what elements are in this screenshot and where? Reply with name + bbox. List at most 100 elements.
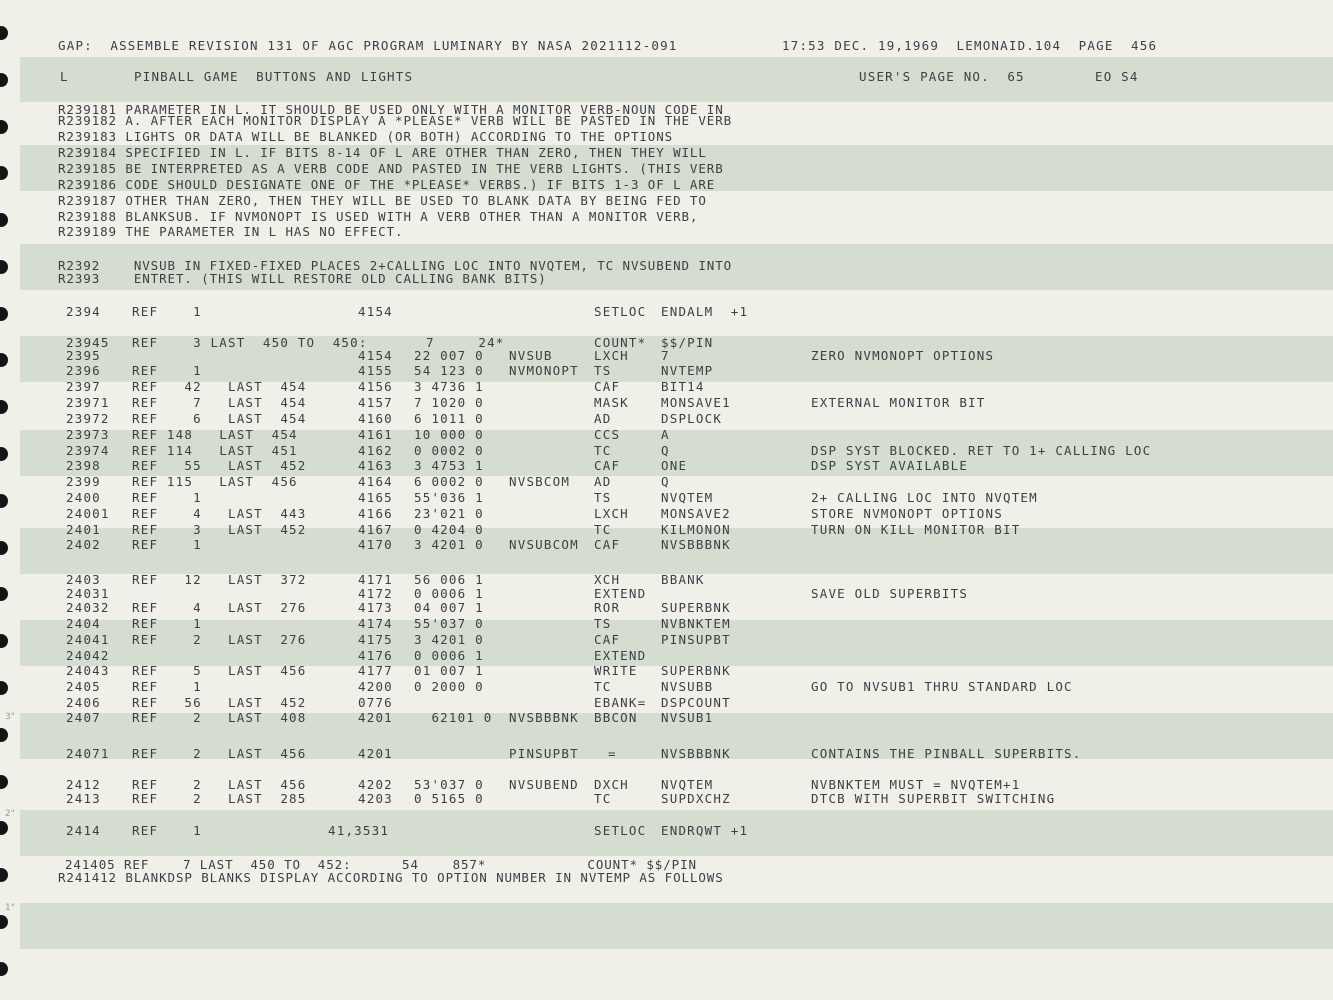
op-code: EBANK= [594, 695, 647, 710]
seq-number: 23974 [66, 443, 110, 458]
seq-number: 2396 [66, 363, 101, 378]
op-code: CCS [594, 427, 621, 442]
operand: BBANK [661, 572, 705, 587]
seq-number: 2402 [66, 537, 101, 552]
ref-count: REF 1 [132, 304, 202, 319]
operand: NVQTEM [661, 777, 714, 792]
operand: MONSAVE1 [661, 395, 731, 410]
operand: BIT14 [661, 379, 705, 394]
address: 4166 [358, 506, 393, 521]
op-code: AD [594, 411, 612, 426]
op-code: LXCH [594, 506, 629, 521]
operand: ONE [661, 458, 688, 473]
seq-number: 24001 [66, 506, 110, 521]
op-code: CAF [594, 379, 621, 394]
ref-count: REF 4 LAST 443 [132, 506, 307, 521]
ref-count: REF 1 [132, 823, 202, 838]
machine-word: 7 1020 0 [414, 395, 484, 410]
address: 4172 [358, 586, 393, 601]
operand: NVSUBB [661, 679, 714, 694]
seq-number: 2394 [66, 304, 101, 319]
seq-number: 2398 [66, 458, 101, 473]
op-code: EXTEND [594, 586, 647, 601]
seq-number: 2414 [66, 823, 101, 838]
op-code: SETLOC [594, 304, 647, 319]
operand: NVSBBBNK [661, 746, 731, 761]
ref-count: REF 7 LAST 454 [132, 395, 307, 410]
symbol-tag: PINSUPBT [509, 746, 579, 761]
operand: KILMONON [661, 522, 731, 537]
address: 4164 [358, 474, 393, 489]
operand: 7 [661, 348, 670, 363]
machine-word: 0 0006 1 [414, 648, 484, 663]
op-code: TC [594, 522, 612, 537]
machine-word: 0 5165 0 [414, 791, 484, 806]
ref-count: REF 2 LAST 276 [132, 632, 307, 647]
address: 4201 [358, 746, 393, 761]
ref-count: REF 2 LAST 408 [132, 710, 307, 725]
operand: PINSUPBT [661, 632, 731, 647]
line-comment: STORE NVMONOPT OPTIONS [811, 506, 1003, 521]
operand: ENDRQWT +1 [661, 823, 749, 838]
seq-number: 24032 [66, 600, 110, 615]
ref-count: REF 1 [132, 490, 202, 505]
address: 0776 [358, 695, 393, 710]
op-code: BBCON [594, 710, 638, 725]
line-comment: CONTAINS THE PINBALL SUPERBITS. [811, 746, 1082, 761]
ref-count: REF 115 LAST 456 [132, 474, 298, 489]
address: 4201 [358, 710, 393, 725]
ref-count: REF 55 LAST 452 [132, 458, 307, 473]
address: 4170 [358, 537, 393, 552]
line-comment: DTCB WITH SUPERBIT SWITCHING [811, 791, 1056, 806]
op-code: DXCH [594, 777, 629, 792]
seq-number: 2400 [66, 490, 101, 505]
address: 4162 [358, 443, 393, 458]
line-comment: EXTERNAL MONITOR BIT [811, 395, 986, 410]
op-code: EXTEND [594, 648, 647, 663]
seq-number: 2399 [66, 474, 101, 489]
machine-word: 22 007 0 [414, 348, 484, 363]
machine-word: 62101 0 [414, 710, 493, 725]
machine-word: 53'037 0 [414, 777, 484, 792]
seq-number: 2405 [66, 679, 101, 694]
ref-count: REF 3 LAST 452 [132, 522, 307, 537]
seq-number: 24041 [66, 632, 110, 647]
address: 4155 [358, 363, 393, 378]
op-code: ROR [594, 600, 621, 615]
op-code: XCH [594, 572, 621, 587]
machine-word: 6 1011 0 [414, 411, 484, 426]
op-code: TC [594, 791, 612, 806]
seq-number: 24043 [66, 663, 110, 678]
machine-word: 55'036 1 [414, 490, 484, 505]
address: 41,3531 [328, 823, 390, 838]
ref-count: REF 3 LAST 450 TO 450: [132, 335, 368, 350]
address: 4161 [358, 427, 393, 442]
seq-number: 2413 [66, 791, 101, 806]
machine-word: 55'037 0 [414, 616, 484, 631]
machine-word: 54 123 0 [414, 363, 484, 378]
op-code: AD [594, 474, 612, 489]
machine-word: 56 006 1 [414, 572, 484, 587]
op-code: WRITE [594, 663, 638, 678]
operand: SUPERBNK [661, 600, 731, 615]
machine-word: 23'021 0 [414, 506, 484, 521]
machine-word: 01 007 1 [414, 663, 484, 678]
op-code: CAF [594, 632, 621, 647]
line-comment: SAVE OLD SUPERBITS [811, 586, 969, 601]
address: 4176 [358, 648, 393, 663]
ref-count: REF 6 LAST 454 [132, 411, 307, 426]
line-comment: GO TO NVSUB1 THRU STANDARD LOC [811, 679, 1073, 694]
seq-number: 2397 [66, 379, 101, 394]
machine-word: 3 4201 0 [414, 537, 484, 552]
seq-number: 2395 [66, 348, 101, 363]
line-comment: DSP SYST BLOCKED. RET TO 1+ CALLING LOC [811, 443, 1152, 458]
seq-number: 2401 [66, 522, 101, 537]
op-code: TS [594, 363, 612, 378]
seq-number: 2404 [66, 616, 101, 631]
op-code: SETLOC [594, 823, 647, 838]
symbol-tag: NVSUBEND [509, 777, 579, 792]
ref-count: REF 42 LAST 454 [132, 379, 307, 394]
ref-count: REF 5 LAST 456 [132, 663, 307, 678]
op-code: TC [594, 443, 612, 458]
line-comment: ZERO NVMONOPT OPTIONS [811, 348, 995, 363]
